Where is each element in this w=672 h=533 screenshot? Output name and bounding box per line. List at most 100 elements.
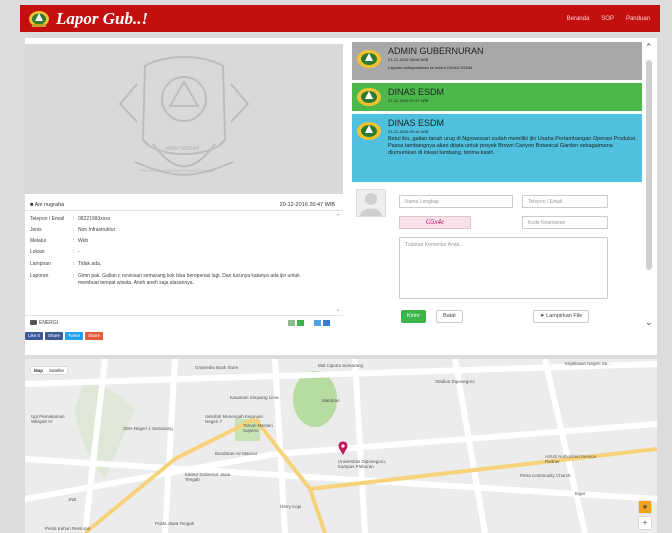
map-label: Bundaran Air Mancur: [215, 451, 258, 456]
report-detail: JAWA TENGAH PRASETYA ULAH SAKTI BHAKTI P…: [25, 42, 343, 342]
detail-value: Web: [78, 238, 89, 244]
main-nav: Beranda SOP Panduan: [567, 16, 650, 22]
street-view-icon[interactable]: ●: [639, 501, 651, 513]
status-square-icon: [288, 320, 295, 326]
category-bar: ENERGI: [25, 318, 343, 328]
map-label: Matahari: [322, 398, 340, 403]
logo-icon[interactable]: [28, 9, 50, 29]
detail-value: Non Infrastruktur: [78, 227, 116, 233]
message-dinas-2: DINAS ESDM 21-12-2016 09:16 WIB Betul ib…: [352, 114, 642, 182]
detail-colon: :: [73, 261, 75, 267]
map-label: Stadion Diponegoro: [435, 379, 475, 384]
map-label: Kawasan Simpang Lima: [230, 395, 279, 400]
govt-logo-icon: [356, 86, 382, 108]
map-label: ASUS Authorized Service Partner: [545, 454, 597, 464]
share-buttons: Like 0 Share Tweet Share: [25, 332, 104, 340]
comment-textarea[interactable]: Tuliskan Komentar Anda...: [399, 237, 608, 299]
details-scrollbar[interactable]: ⌃ ⌄: [333, 211, 343, 315]
detail-label: Lokasi: [30, 249, 45, 255]
map-label: JNE: [68, 497, 77, 502]
govt-logo-icon: [356, 120, 382, 142]
map-label: Gramedia Book Store: [195, 365, 239, 370]
detail-label: Jenis: [30, 227, 42, 233]
chevron-down-icon[interactable]: ⌄: [645, 317, 653, 328]
detail-label: Melalui: [30, 238, 46, 244]
nav-sop[interactable]: SOP: [601, 16, 614, 22]
map-pin-icon[interactable]: [338, 441, 348, 455]
attach-file-label: Lampirkan File: [546, 313, 583, 319]
report-details[interactable]: Telepon / Email:08221993xxxx Jenis: Non I…: [25, 210, 343, 316]
message-admin: ADMIN GUBERNURAN 21-12-2016 08:06 WIB La…: [352, 42, 642, 80]
detail-value: -: [78, 249, 80, 255]
map-label: Eiger: [575, 491, 586, 496]
report-timestamp: 20-12-2016 20:47 WIB: [279, 202, 335, 208]
commenter-avatar: [356, 189, 386, 217]
detail-colon: :: [73, 238, 75, 244]
map-label: Mal Ciputra Semarang: [318, 363, 364, 368]
map-label: Kejaksaan Negeri Se...: [565, 361, 612, 366]
facebook-like-button[interactable]: Like 0: [25, 332, 44, 340]
detail-colon: :: [73, 249, 75, 255]
chevron-down-icon[interactable]: ⌄: [335, 305, 341, 313]
category-icon: [30, 320, 37, 325]
phone-email-input[interactable]: Telepon / Email: [522, 195, 608, 208]
category-label: ENERGI: [39, 320, 59, 326]
location-map[interactable]: Map Satelite Gramedia Book Store Mal Cip…: [25, 359, 657, 533]
reporter-name: Ani nugraha: [34, 202, 65, 208]
map-label: Universitas Diponegoro, Kampus Pleburan: [338, 459, 387, 469]
detail-label: Laporan: [30, 273, 49, 279]
report-image: JAWA TENGAH PRASETYA ULAH SAKTI BHAKTI P…: [25, 44, 343, 194]
message-title: ADMIN GUBERNURAN: [388, 46, 484, 56]
satellite-tab[interactable]: Satelite: [46, 367, 67, 374]
map-label: SMA Negeri 1 Semarang: [123, 426, 173, 431]
message-dinas-1: DINAS ESDM 21-12-2016 07:47 WIB: [352, 83, 642, 111]
reporter: ■ Ani nugraha: [30, 202, 64, 208]
cancel-button[interactable]: Batal: [436, 310, 463, 323]
captcha-image: G5x4e: [399, 216, 471, 229]
message-timestamp: 21-12-2016 07:47 WIB: [388, 98, 429, 103]
message-body: Betul ibu, galian tanah urug di Ngrowosa…: [388, 136, 637, 156]
submit-button[interactable]: Kirim: [401, 310, 426, 323]
message-body: Laporan didisposisikan ke sektor DINAS E…: [388, 65, 474, 70]
map-label: Harry Kopi: [280, 504, 302, 509]
detail-colon: :: [73, 227, 75, 233]
upload-icon: ➤: [540, 313, 545, 319]
emblem-caption: JAWA TENGAH: [164, 146, 200, 152]
status-square-icon: [323, 320, 330, 326]
detail-label: Lampiran: [30, 261, 51, 267]
detail-colon: :: [73, 216, 75, 222]
tweet-button[interactable]: Tweet: [65, 332, 84, 340]
chevron-up-icon[interactable]: ⌃: [335, 213, 341, 221]
attach-file-button[interactable]: ➤ Lampirkan File: [533, 310, 590, 323]
map-label: Petra Community Church: [520, 473, 571, 478]
map-label: Pesta Kebun Restoran: [45, 526, 91, 531]
detail-label: Telepon / Email: [30, 216, 65, 222]
map-tab[interactable]: Map: [31, 367, 46, 374]
name-input[interactable]: Nama Lengkap: [399, 195, 513, 208]
map-type-toggle: Map Satelite: [31, 367, 68, 374]
report-panel: JAWA TENGAH PRASETYA ULAH SAKTI BHAKTI P…: [25, 38, 657, 355]
chevron-up-icon[interactable]: ⌃: [645, 42, 653, 53]
status-square-icon: [297, 320, 304, 326]
map-label: Kantor Gubernur Jawa Tengah: [185, 472, 231, 482]
detail-value: Gimn pak. Galian c noviosari semarang ko…: [78, 273, 300, 286]
map-label: Polda Jawa Tengah: [155, 521, 195, 526]
thread-scrollbar[interactable]: ⌃ ⌄: [642, 42, 656, 332]
brand-title[interactable]: Lapor Gub..!: [56, 9, 148, 29]
status-square-icon: [314, 320, 321, 326]
emblem-motto: PRASETYA ULAH SAKTI BHAKTI PRAJA: [140, 168, 215, 173]
scrollbar-thumb[interactable]: [646, 60, 652, 270]
facebook-share-button[interactable]: Share: [45, 332, 64, 340]
gplus-share-button[interactable]: Share: [85, 332, 104, 340]
govt-logo-icon: [356, 48, 382, 70]
nav-panduan[interactable]: Panduan: [626, 16, 650, 22]
zoom-in-button[interactable]: +: [639, 517, 651, 529]
message-title: DINAS ESDM: [388, 87, 445, 97]
detail-value: Tidak ada.: [78, 261, 102, 267]
security-code-input[interactable]: Kode Keamanan: [522, 216, 608, 229]
top-navbar: Lapor Gub..! Beranda SOP Panduan: [20, 5, 660, 32]
message-timestamp: 21-12-2016 08:06 WIB: [388, 57, 429, 62]
map-label: Taman Menteri Supeno: [243, 423, 273, 433]
user-icon: ■: [30, 202, 34, 208]
nav-beranda[interactable]: Beranda: [567, 16, 590, 22]
